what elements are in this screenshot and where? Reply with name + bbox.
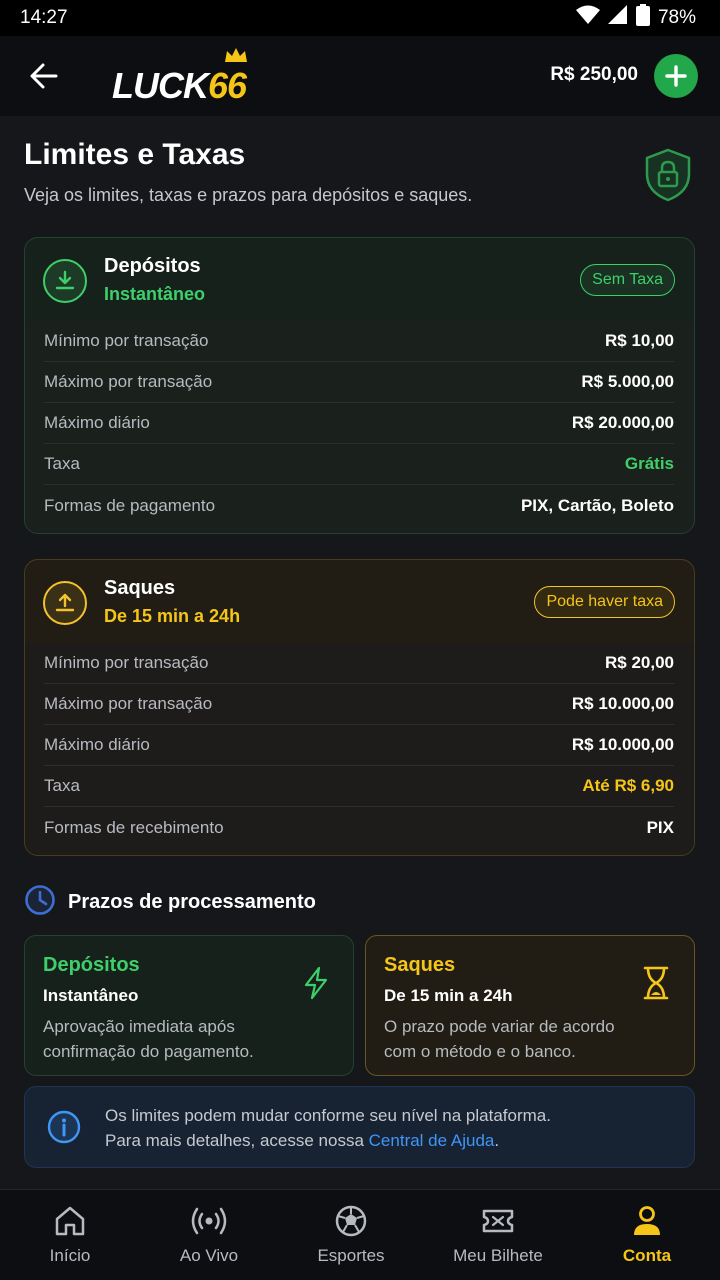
crown-icon xyxy=(225,48,248,62)
nav-item-conta[interactable]: Conta xyxy=(575,1190,719,1280)
app-header: LUCK66 R$ 250,00 xyxy=(0,36,720,116)
row-value: Grátis xyxy=(624,454,674,473)
withdrawals-speed: De 15 min a 24h xyxy=(104,606,241,626)
info-line-2: Para mais detalhes, acesse nossa Central… xyxy=(105,1131,500,1150)
row-label: Máximo por transação xyxy=(44,694,213,713)
deposits-card-header: Depósitos Instantâneo Sem Taxa xyxy=(25,238,694,321)
logo[interactable]: LUCK66 xyxy=(112,48,248,104)
balance-amount[interactable]: R$ 250,00 xyxy=(550,64,638,86)
nav-label: Meu Bilhete xyxy=(453,1246,543,1265)
page-subtitle: Veja os limites, taxas e prazos para dep… xyxy=(24,185,473,205)
nav-item-esportes[interactable]: Esportes xyxy=(279,1190,423,1280)
add-funds-button[interactable] xyxy=(654,54,698,98)
info-icon xyxy=(47,1110,81,1149)
live-broadcast-icon xyxy=(191,1204,227,1243)
page-title: Limites e Taxas xyxy=(24,138,246,171)
deposits-processing-card: Depósitos Instantâneo Aprovação imediata… xyxy=(24,935,354,1076)
download-icon xyxy=(43,259,87,303)
withdrawals-details: Mínimo por transação R$ 20,00 Máximo por … xyxy=(25,643,694,855)
help-center-link[interactable]: Central de Ajuda xyxy=(369,1131,495,1150)
proc-deposits-description: Aprovação imediata após confirmação do p… xyxy=(43,1017,254,1061)
processing-title: Prazos de processamento xyxy=(68,891,316,913)
withdrawals-processing-card: Saques De 15 min a 24h O prazo pode vari… xyxy=(365,935,695,1076)
bottom-nav: Início Ao Vivo Esportes Meu Bilhete Cont… xyxy=(0,1189,720,1280)
no-fee-badge: Sem Taxa xyxy=(580,264,675,296)
processing-section-header: Prazos de processamento xyxy=(24,884,316,921)
shield-lock-icon xyxy=(644,148,692,207)
table-row: Formas de recebimento PIX xyxy=(44,807,674,848)
table-row: Máximo por transação R$ 5.000,00 xyxy=(44,362,674,403)
table-row: Mínimo por transação R$ 20,00 xyxy=(44,643,674,684)
row-label: Máximo diário xyxy=(44,735,150,754)
home-icon xyxy=(53,1204,87,1243)
battery-level: 78% xyxy=(657,7,696,28)
row-label: Taxa xyxy=(44,776,80,795)
info-text: Os limites podem mudar conforme seu níve… xyxy=(105,1103,551,1153)
row-value: Até R$ 6,90 xyxy=(582,776,674,795)
table-row: Taxa Até R$ 6,90 xyxy=(44,766,674,807)
table-row: Formas de pagamento PIX, Cartão, Boleto xyxy=(44,485,674,526)
row-value: R$ 10.000,00 xyxy=(571,735,674,754)
nav-label: Ao Vivo xyxy=(179,1246,239,1265)
row-label: Máximo diário xyxy=(44,413,150,432)
table-row: Mínimo por transação R$ 10,00 xyxy=(44,321,674,362)
clock-icon xyxy=(24,884,56,921)
proc-deposits-speed: Instantâneo xyxy=(43,986,139,1005)
row-label: Mínimo por transação xyxy=(44,653,209,672)
row-value: PIX xyxy=(646,817,674,837)
row-value: R$ 10.000,00 xyxy=(571,694,674,713)
row-value: PIX, Cartão, Boleto xyxy=(520,495,674,515)
status-time: 14:27 xyxy=(20,7,68,28)
row-value: R$ 10,00 xyxy=(605,331,674,350)
nav-item-inicio[interactable]: Início xyxy=(0,1190,142,1280)
table-row: Máximo diário R$ 20.000,00 xyxy=(44,403,674,444)
nav-label: Início xyxy=(49,1246,91,1265)
row-label: Formas de pagamento xyxy=(44,495,216,515)
withdrawals-card-header: Saques De 15 min a 24h Pode haver taxa xyxy=(25,560,694,643)
row-value: R$ 20.000,00 xyxy=(571,413,674,432)
withdrawals-title: Saques xyxy=(104,577,176,599)
proc-deposits-title: Depósitos xyxy=(43,954,140,976)
row-value: R$ 20,00 xyxy=(605,653,674,672)
deposits-card: Depósitos Instantâneo Sem Taxa Mínimo po… xyxy=(24,237,695,534)
nav-label: Conta xyxy=(622,1246,672,1265)
soccer-ball-icon xyxy=(334,1204,368,1243)
table-row: Taxa Grátis xyxy=(44,444,674,485)
status-bar: 14:27 78% xyxy=(0,0,720,36)
nav-item-ao-vivo[interactable]: Ao Vivo xyxy=(137,1190,281,1280)
proc-withdrawals-description: O prazo pode variar de acordo com o méto… xyxy=(384,1017,615,1061)
deposits-title: Depósitos xyxy=(104,255,201,277)
row-label: Formas de recebimento xyxy=(44,817,224,837)
row-value: R$ 5.000,00 xyxy=(581,372,674,391)
deposits-speed: Instantâneo xyxy=(104,284,206,304)
battery-icon xyxy=(635,4,650,32)
proc-withdrawals-speed: De 15 min a 24h xyxy=(384,986,513,1005)
upload-icon xyxy=(43,581,87,625)
user-icon xyxy=(630,1204,664,1243)
fee-may-apply-badge: Pode haver taxa xyxy=(534,586,675,618)
status-icons: 78% xyxy=(575,4,696,32)
row-label: Máximo por transação xyxy=(44,372,213,391)
info-notice: Os limites podem mudar conforme seu níve… xyxy=(24,1086,695,1168)
deposits-details: Mínimo por transação R$ 10,00 Máximo por … xyxy=(25,321,694,533)
proc-withdrawals-title: Saques xyxy=(384,954,456,976)
row-label: Mínimo por transação xyxy=(44,331,209,350)
ticket-icon xyxy=(480,1204,516,1243)
table-row: Máximo por transação R$ 10.000,00 xyxy=(44,684,674,725)
hourglass-icon xyxy=(642,966,670,1005)
table-row: Máximo diário R$ 10.000,00 xyxy=(44,725,674,766)
nav-label: Esportes xyxy=(317,1246,385,1265)
arrow-left-icon xyxy=(30,63,58,89)
nav-item-meu-bilhete[interactable]: Meu Bilhete xyxy=(426,1190,570,1280)
back-button[interactable] xyxy=(26,58,62,94)
row-label: Taxa xyxy=(44,454,80,473)
lightning-icon xyxy=(303,966,329,1005)
signal-icon xyxy=(607,5,628,31)
plus-icon xyxy=(665,65,687,87)
withdrawals-card: Saques De 15 min a 24h Pode haver taxa M… xyxy=(24,559,695,856)
wifi-icon xyxy=(575,5,600,31)
info-line-1: Os limites podem mudar conforme seu níve… xyxy=(105,1106,551,1125)
